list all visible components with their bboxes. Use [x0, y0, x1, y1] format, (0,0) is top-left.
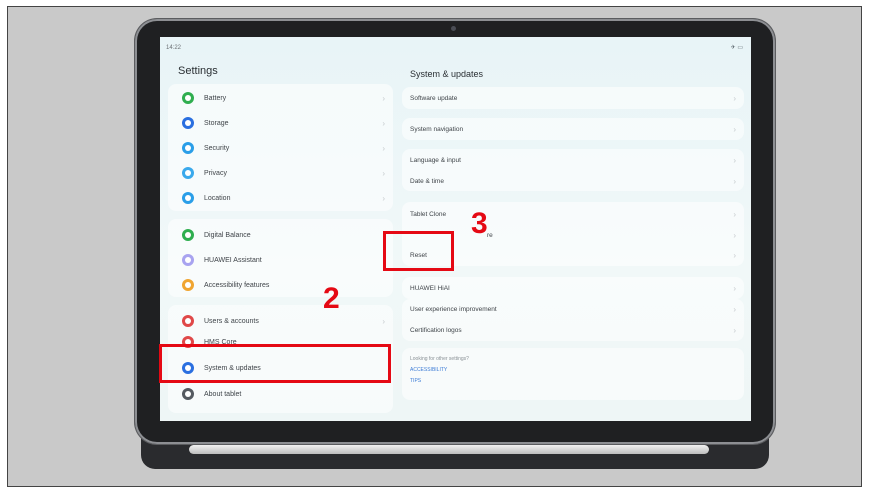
status-time: 14:22: [166, 45, 182, 51]
chevron-right-icon: ›: [382, 316, 385, 326]
right-item-label: Date & time: [410, 177, 444, 185]
right-item-certification-logos[interactable]: Certification logos ›: [402, 320, 744, 340]
chevron-right-icon: ›: [733, 176, 736, 186]
chevron-right-icon: ›: [733, 283, 736, 293]
chevron-right-icon: ›: [733, 304, 736, 314]
settings-item-label: Security: [204, 144, 230, 152]
right-item-user-experience[interactable]: User experience improvement ›: [402, 299, 744, 319]
chevron-right-icon: ›: [733, 124, 736, 134]
settings-item-label: Storage: [204, 119, 229, 127]
right-item-software-update[interactable]: Software update ›: [402, 88, 744, 108]
chevron-right-icon: ›: [382, 168, 385, 178]
screenshot-frame: 14:22 ✈ ▭ Settings Battery › Storage › S…: [7, 6, 862, 487]
settings-group-2: Digital Balance HUAWEI Assistant Accessi…: [168, 219, 393, 297]
chevron-right-icon: ›: [382, 193, 385, 203]
settings-item-label: Digital Balance: [204, 231, 251, 239]
right-card-system-navigation: System navigation ›: [402, 118, 744, 140]
chevron-right-icon: ›: [733, 93, 736, 103]
suggestion-hint: Looking for other settings?: [410, 356, 469, 362]
link-tips[interactable]: TIPS: [410, 378, 421, 384]
status-icons: ✈ ▭: [730, 45, 743, 51]
settings-item-label: Accessibility features: [204, 281, 270, 289]
right-item-label: Tablet Clone: [410, 210, 447, 218]
right-item-label: Language & input: [410, 156, 461, 164]
right-item-label: Certification logos: [410, 326, 462, 334]
accessibility-icon: [182, 279, 194, 291]
highlight-system-updates: [159, 344, 391, 383]
link-accessibility[interactable]: ACCESSIBILITY: [410, 367, 447, 373]
stylus: [189, 445, 709, 454]
assistant-icon: [182, 254, 194, 266]
settings-group-1: Battery › Storage › Security › Privacy ›…: [168, 84, 393, 211]
right-item-label: re: [487, 231, 493, 239]
settings-item-location[interactable]: Location ›: [168, 186, 393, 210]
privacy-icon: [182, 167, 194, 179]
status-bar: 14:22 ✈ ▭: [160, 37, 751, 51]
right-item-label: User experience improvement: [410, 305, 497, 313]
chevron-right-icon: ›: [382, 93, 385, 103]
settings-item-storage[interactable]: Storage ›: [168, 111, 393, 135]
settings-item-battery[interactable]: Battery ›: [168, 86, 393, 110]
right-card-language-date: Language & input › Date & time ›: [402, 149, 744, 191]
settings-item-accessibility[interactable]: Accessibility features: [168, 273, 393, 297]
users-icon: [182, 315, 194, 327]
chevron-right-icon: ›: [382, 118, 385, 128]
storage-icon: [182, 117, 194, 129]
right-item-date-time[interactable]: Date & time ›: [402, 171, 744, 191]
settings-item-label: Battery: [204, 94, 227, 102]
right-card-hiai: HUAWEI HiAI ›: [402, 277, 744, 299]
settings-item-label: About tablet: [204, 390, 242, 398]
location-icon: [182, 192, 194, 204]
right-item-system-navigation[interactable]: System navigation ›: [402, 119, 744, 139]
chevron-right-icon: ›: [733, 230, 736, 240]
battery-icon: [182, 92, 194, 104]
settings-title: Settings: [178, 65, 218, 77]
right-card-software-update: Software update ›: [402, 87, 744, 109]
step-number-2: 2: [323, 282, 340, 315]
settings-item-about-tablet[interactable]: About tablet: [168, 382, 393, 406]
settings-item-label: Users & accounts: [204, 317, 259, 325]
front-camera: [451, 26, 456, 31]
right-item-label: System navigation: [410, 125, 464, 133]
security-icon: [182, 142, 194, 154]
settings-item-label: HUAWEI Assistant: [204, 256, 262, 264]
settings-item-digital-balance[interactable]: Digital Balance: [168, 223, 393, 247]
settings-item-privacy[interactable]: Privacy ›: [168, 161, 393, 185]
right-item-huawei-hiai[interactable]: HUAWEI HiAI ›: [402, 278, 744, 298]
right-card-ux-cert: User experience improvement › Certificat…: [402, 299, 744, 341]
right-item-label: Software update: [410, 94, 458, 102]
highlight-reset: [383, 231, 454, 271]
chevron-right-icon: ›: [733, 325, 736, 335]
chevron-right-icon: ›: [733, 250, 736, 260]
settings-item-huawei-assistant[interactable]: HUAWEI Assistant: [168, 248, 393, 272]
right-item-tablet-clone[interactable]: Tablet Clone ›: [402, 204, 744, 224]
right-item-label: HUAWEI HiAI: [410, 284, 450, 292]
right-pane-title: System & updates: [410, 69, 484, 79]
digital-balance-icon: [182, 229, 194, 241]
step-number-3: 3: [471, 207, 488, 240]
info-icon: [182, 388, 194, 400]
right-item-language-input[interactable]: Language & input ›: [402, 150, 744, 170]
settings-item-label: Location: [204, 194, 231, 202]
chevron-right-icon: ›: [733, 155, 736, 165]
chevron-right-icon: ›: [382, 143, 385, 153]
settings-item-label: Privacy: [204, 169, 227, 177]
chevron-right-icon: ›: [733, 209, 736, 219]
settings-item-security[interactable]: Security ›: [168, 136, 393, 160]
